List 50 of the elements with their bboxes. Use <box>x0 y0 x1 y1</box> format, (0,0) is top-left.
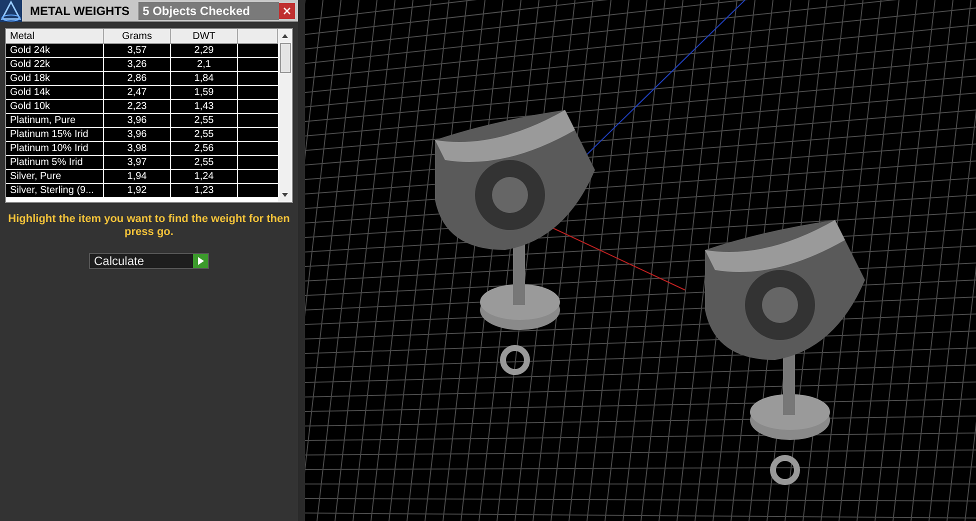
table-cell: 3,98 <box>104 142 171 155</box>
table-cell: 2,55 <box>171 128 238 141</box>
table-cell: 2,29 <box>171 44 238 57</box>
table-cell: Silver, Pure <box>6 170 104 183</box>
play-icon <box>198 257 204 265</box>
table-cell: 1,94 <box>104 170 171 183</box>
instruction-text: Highlight the item you want to find the weight for then press go. <box>7 213 291 239</box>
column-header[interactable]: Metal <box>6 29 104 43</box>
table-cell: 2,1 <box>171 58 238 71</box>
table-cell: 1,23 <box>171 184 238 197</box>
dropdown-value: Calculate <box>93 253 146 270</box>
table-cell: Platinum, Pure <box>6 114 104 127</box>
table-cell: 1,24 <box>171 170 238 183</box>
table-cell: Platinum 15% Irid <box>6 128 104 141</box>
close-icon <box>283 6 291 14</box>
table-cell: 1,43 <box>171 100 238 113</box>
table-cell: 2,23 <box>104 100 171 113</box>
column-header[interactable]: DWT <box>171 29 238 43</box>
table-cell: 3,26 <box>104 58 171 71</box>
table-cell: 2,55 <box>171 114 238 127</box>
calculate-dropdown[interactable]: Calculate <box>89 253 209 269</box>
go-button[interactable] <box>193 254 208 268</box>
scroll-down-icon <box>281 191 289 199</box>
close-button[interactable] <box>279 2 295 18</box>
table-cell: Gold 10k <box>6 100 104 113</box>
table-cell: 1,92 <box>104 184 171 197</box>
scroll-thumb[interactable] <box>280 43 290 73</box>
table-cell: 2,86 <box>104 72 171 85</box>
table-cell: Gold 24k <box>6 44 104 57</box>
table-cell: 1,84 <box>171 72 238 85</box>
table-cell: Gold 18k <box>6 72 104 85</box>
table-cell: Platinum 10% Irid <box>6 142 104 155</box>
table-cell: Platinum 5% Irid <box>6 156 104 169</box>
objects-checked-status: 5 Objects Checked <box>138 2 279 20</box>
table-cell: 3,96 <box>104 128 171 141</box>
table-cell: Gold 14k <box>6 86 104 99</box>
table-cell: 3,97 <box>104 156 171 169</box>
pyramid-logo-icon <box>0 0 22 22</box>
table-cell: 2,47 <box>104 86 171 99</box>
table-cell: Silver, Sterling (9... <box>6 184 104 197</box>
table-cell: 2,55 <box>171 156 238 169</box>
scroll-up-icon <box>281 32 289 40</box>
scrollbar[interactable] <box>278 29 292 202</box>
table-cell: 1,59 <box>171 86 238 99</box>
column-header[interactable]: Grams <box>104 29 171 43</box>
table-cell: 3,96 <box>104 114 171 127</box>
table-cell: Gold 22k <box>6 58 104 71</box>
table-cell: 2,56 <box>171 142 238 155</box>
panel-title: METAL WEIGHTS <box>29 2 131 20</box>
table-cell: 3,57 <box>104 44 171 57</box>
